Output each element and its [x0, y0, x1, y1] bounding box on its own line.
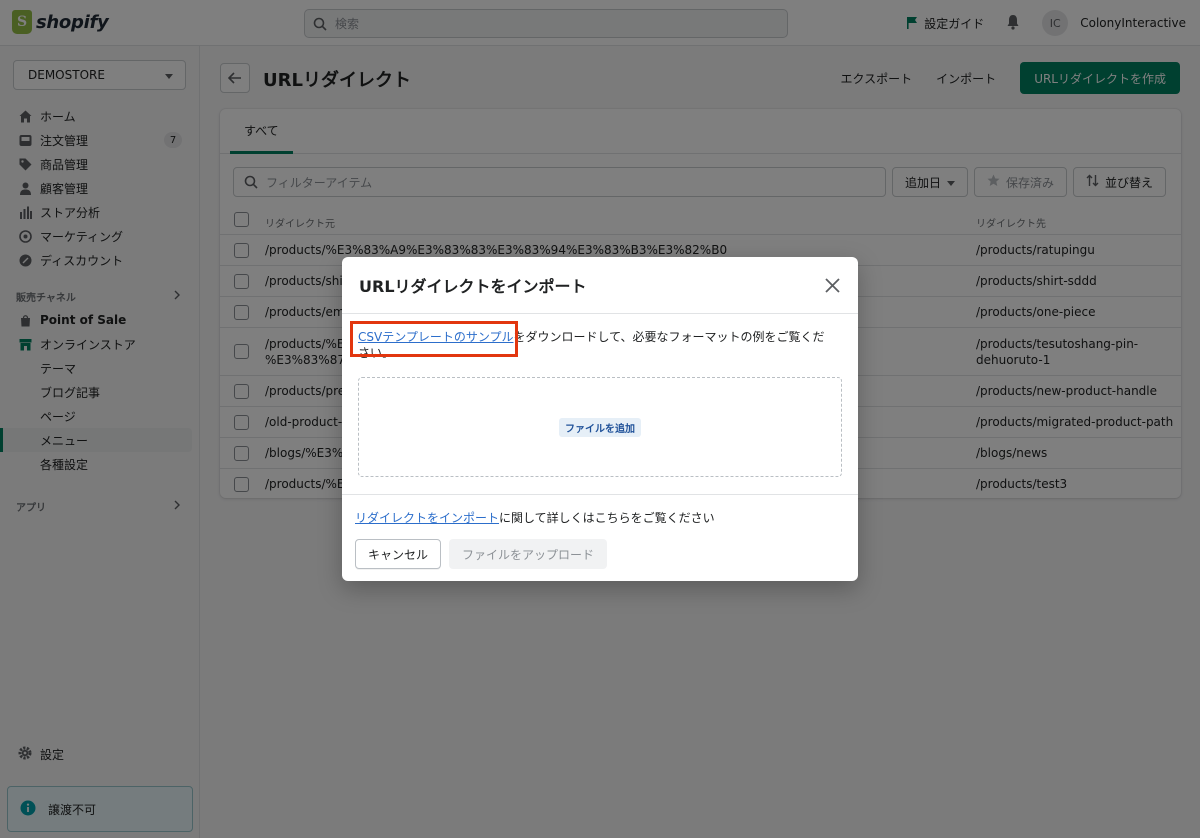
modal-body: CSVテンプレートのサンプルをダウンロードして、必要なフォーマットの例をご覧くだ… [350, 321, 842, 477]
footer-help-rest: に関して詳しくはこちらをご覧ください [499, 511, 715, 525]
cancel-button[interactable]: キャンセル [355, 539, 442, 569]
upload-file-button[interactable]: ファイルをアップロード [449, 539, 608, 569]
modal-footer: リダイレクトをインポートに関して詳しくはこちらをご覧ください キャンセル ファイ… [342, 494, 858, 581]
close-button[interactable] [822, 275, 842, 295]
footer-buttons: キャンセル ファイルをアップロード [355, 539, 608, 569]
import-redirects-modal: URLリダイレクトをインポート CSVテンプレートのサンプルをダウンロードして、… [342, 257, 858, 581]
annotation-highlight-box [350, 321, 518, 357]
import-help-link[interactable]: リダイレクトをインポート [355, 511, 499, 525]
file-dropzone[interactable]: ファイルを追加 [358, 377, 842, 477]
footer-help-text: リダイレクトをインポートに関して詳しくはこちらをご覧ください [355, 509, 715, 526]
modal-header: URLリダイレクトをインポート [342, 257, 858, 314]
close-icon [824, 277, 840, 293]
add-file-button[interactable]: ファイルを追加 [559, 417, 641, 437]
modal-title: URLリダイレクトをインポート [359, 277, 587, 296]
